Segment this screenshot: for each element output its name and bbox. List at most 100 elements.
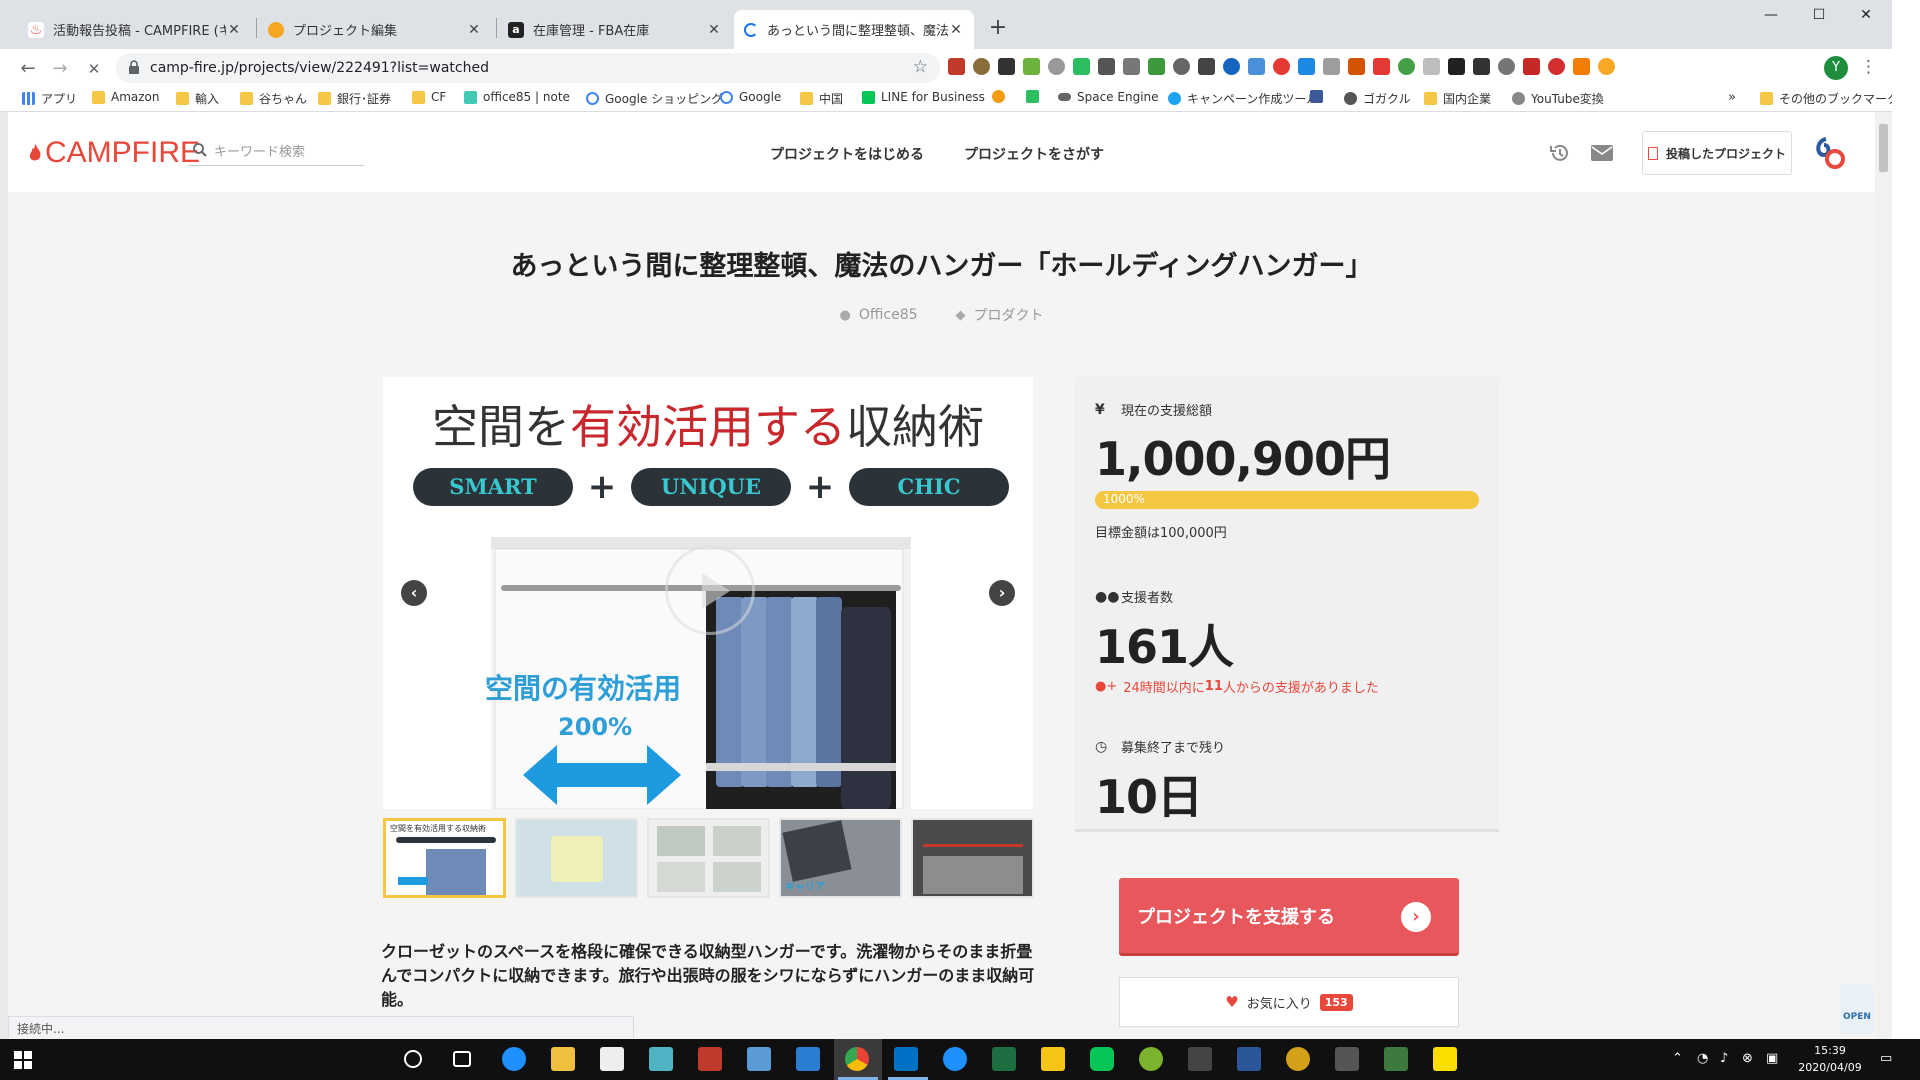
line-app-icon[interactable] [1090, 1047, 1114, 1071]
edge-icon[interactable] [502, 1047, 526, 1071]
carousel-prev-button[interactable]: ‹ [401, 580, 427, 606]
tray-chevron-icon[interactable]: ⌃ [1672, 1051, 1683, 1066]
network-icon[interactable]: ◔ [1697, 1051, 1708, 1066]
bookmark-campaign-tool[interactable]: キャンペーン作成ツール [1168, 90, 1318, 107]
thumbnail-3[interactable] [647, 818, 770, 898]
extension-icon[interactable] [998, 58, 1015, 75]
video-play-icon[interactable] [665, 545, 755, 635]
bookmark-note[interactable]: office85 | note [464, 90, 570, 104]
minimize-button[interactable]: — [1748, 0, 1794, 30]
bookmark-other[interactable]: その他のブックマーク [1760, 90, 1899, 107]
extension-icon[interactable] [1573, 58, 1590, 75]
maximize-button[interactable]: ☐ [1796, 0, 1842, 30]
extension-icon[interactable] [1373, 58, 1390, 75]
bookmark-evernote[interactable] [1026, 90, 1045, 103]
extension-icon[interactable] [973, 58, 990, 75]
extension-icon[interactable] [1173, 58, 1190, 75]
extension-icon[interactable] [948, 58, 965, 75]
find-project-link[interactable]: プロジェクトをさがす [964, 144, 1104, 164]
file-explorer-icon[interactable] [551, 1047, 575, 1071]
bookmark-cf[interactable]: CF [412, 90, 446, 104]
profile-avatar[interactable]: Y [1824, 56, 1848, 80]
tray-app-icon[interactable]: ⊗ [1742, 1051, 1753, 1066]
thumbnail-1[interactable]: 空間を有効活用する収納術 [383, 818, 506, 898]
bookmark-gogakuru[interactable]: ゴガクル [1344, 90, 1411, 107]
app-icon[interactable] [649, 1047, 673, 1071]
app-icon[interactable] [1041, 1047, 1065, 1071]
chrome-icon[interactable] [845, 1047, 869, 1071]
pdf-extension-icon[interactable] [1523, 58, 1540, 75]
mail-icon[interactable] [1591, 145, 1613, 161]
open-chat-widget[interactable]: OPEN [1840, 984, 1874, 1034]
bookmark-youtube-convert[interactable]: YouTube変換 [1512, 90, 1604, 107]
bookmark-domestic[interactable]: 国内企業 [1424, 90, 1491, 107]
extension-icon[interactable] [1148, 58, 1165, 75]
tab-project-edit[interactable]: プロジェクト編集 ✕ [258, 10, 492, 49]
store-icon[interactable] [600, 1047, 624, 1071]
bookmark-google[interactable]: Google [720, 90, 781, 104]
extension-icon[interactable] [1548, 58, 1565, 75]
bookmark-tanichan[interactable]: 谷ちゃん [240, 90, 307, 107]
page-scrollbar[interactable] [1875, 112, 1892, 1039]
project-image-carousel[interactable]: 空間を有効活用する収納術 SMART + UNIQUE + CHIC 空間の有効… [383, 377, 1033, 809]
app-icon[interactable] [1335, 1047, 1359, 1071]
ime-icon[interactable]: ▣ [1766, 1051, 1778, 1066]
stop-loading-button[interactable]: ✕ [80, 55, 108, 83]
app-icon[interactable] [1286, 1047, 1310, 1071]
tab-close-icon[interactable]: ✕ [466, 22, 482, 38]
keyword-search-input[interactable] [214, 140, 362, 164]
extension-icon[interactable] [1248, 58, 1265, 75]
bookmark-amazon[interactable]: Amazon [92, 90, 160, 104]
word-icon[interactable] [1237, 1047, 1261, 1071]
bookmark-line-business[interactable]: LINE for Business [862, 90, 985, 104]
bookmark-china[interactable]: 中国 [800, 90, 843, 107]
extension-icon[interactable] [1298, 58, 1315, 75]
thumbnail-2[interactable] [515, 818, 638, 898]
forward-button[interactable]: → [46, 55, 74, 83]
extension-icon[interactable] [1123, 58, 1140, 75]
support-project-button[interactable]: プロジェクトを支援する › [1119, 878, 1459, 956]
bookmark-bank[interactable]: 銀行･証券 [318, 90, 391, 107]
tab-close-icon[interactable]: ✕ [226, 22, 242, 38]
extension-icon[interactable] [1598, 58, 1615, 75]
news-icon[interactable] [698, 1047, 722, 1071]
bookmark-orange-ext[interactable] [992, 90, 1011, 103]
cortana-search-icon[interactable] [404, 1050, 422, 1068]
user-avatar[interactable] [1808, 131, 1852, 175]
app-icon[interactable] [1188, 1047, 1212, 1071]
tab-fba-inventory[interactable]: a 在庫管理 - FBA在庫 ✕ [498, 10, 732, 49]
taskbar-clock[interactable]: 15:39 2020/04/09 [1790, 1042, 1870, 1076]
extension-icon[interactable] [1273, 58, 1290, 75]
new-tab-button[interactable]: + [984, 14, 1012, 42]
extension-icon[interactable] [1223, 58, 1240, 75]
bookmark-facebook[interactable] [1310, 90, 1329, 103]
campfire-logo[interactable]: CAMPFIRE [28, 136, 200, 170]
extension-icon[interactable] [1498, 58, 1515, 75]
chart-app-icon[interactable] [1384, 1047, 1408, 1071]
history-icon[interactable] [1548, 142, 1570, 164]
scrollbar-thumb[interactable] [1879, 124, 1888, 172]
extension-icon[interactable] [1023, 58, 1040, 75]
internet-explorer-icon[interactable] [943, 1047, 967, 1071]
bookmark-star-icon[interactable]: ☆ [913, 57, 928, 77]
address-bar[interactable]: camp-fire.jp/projects/view/222491?list=w… [116, 53, 940, 83]
mail-app-icon[interactable] [796, 1047, 820, 1071]
tab-hanger-project[interactable]: あっという間に整理整頓、魔法のハンガー ✕ [734, 10, 974, 49]
bookmark-import[interactable]: 輸入 [176, 90, 219, 107]
extension-icon[interactable] [1048, 58, 1065, 75]
bookmark-space-engine[interactable]: Space Engine [1058, 90, 1159, 104]
project-author[interactable]: ● Office85 [839, 305, 917, 325]
wechat-icon[interactable] [1139, 1047, 1163, 1071]
close-window-button[interactable]: ✕ [1843, 0, 1889, 30]
bookmark-apps[interactable]: アプリ [22, 90, 77, 107]
thumbnail-5[interactable] [911, 818, 1034, 898]
posted-projects-button[interactable]: 投稿したプロジェクト [1642, 131, 1792, 175]
start-project-link[interactable]: プロジェクトをはじめる [770, 144, 924, 164]
extension-icon[interactable] [1348, 58, 1365, 75]
tab-close-icon[interactable]: ✕ [706, 22, 722, 38]
extension-icon[interactable] [1473, 58, 1490, 75]
outlook-icon[interactable] [894, 1047, 918, 1071]
browser-menu-icon[interactable]: ⋮ [1860, 57, 1877, 77]
extension-icon[interactable] [1448, 58, 1465, 75]
back-button[interactable]: ← [14, 55, 42, 83]
